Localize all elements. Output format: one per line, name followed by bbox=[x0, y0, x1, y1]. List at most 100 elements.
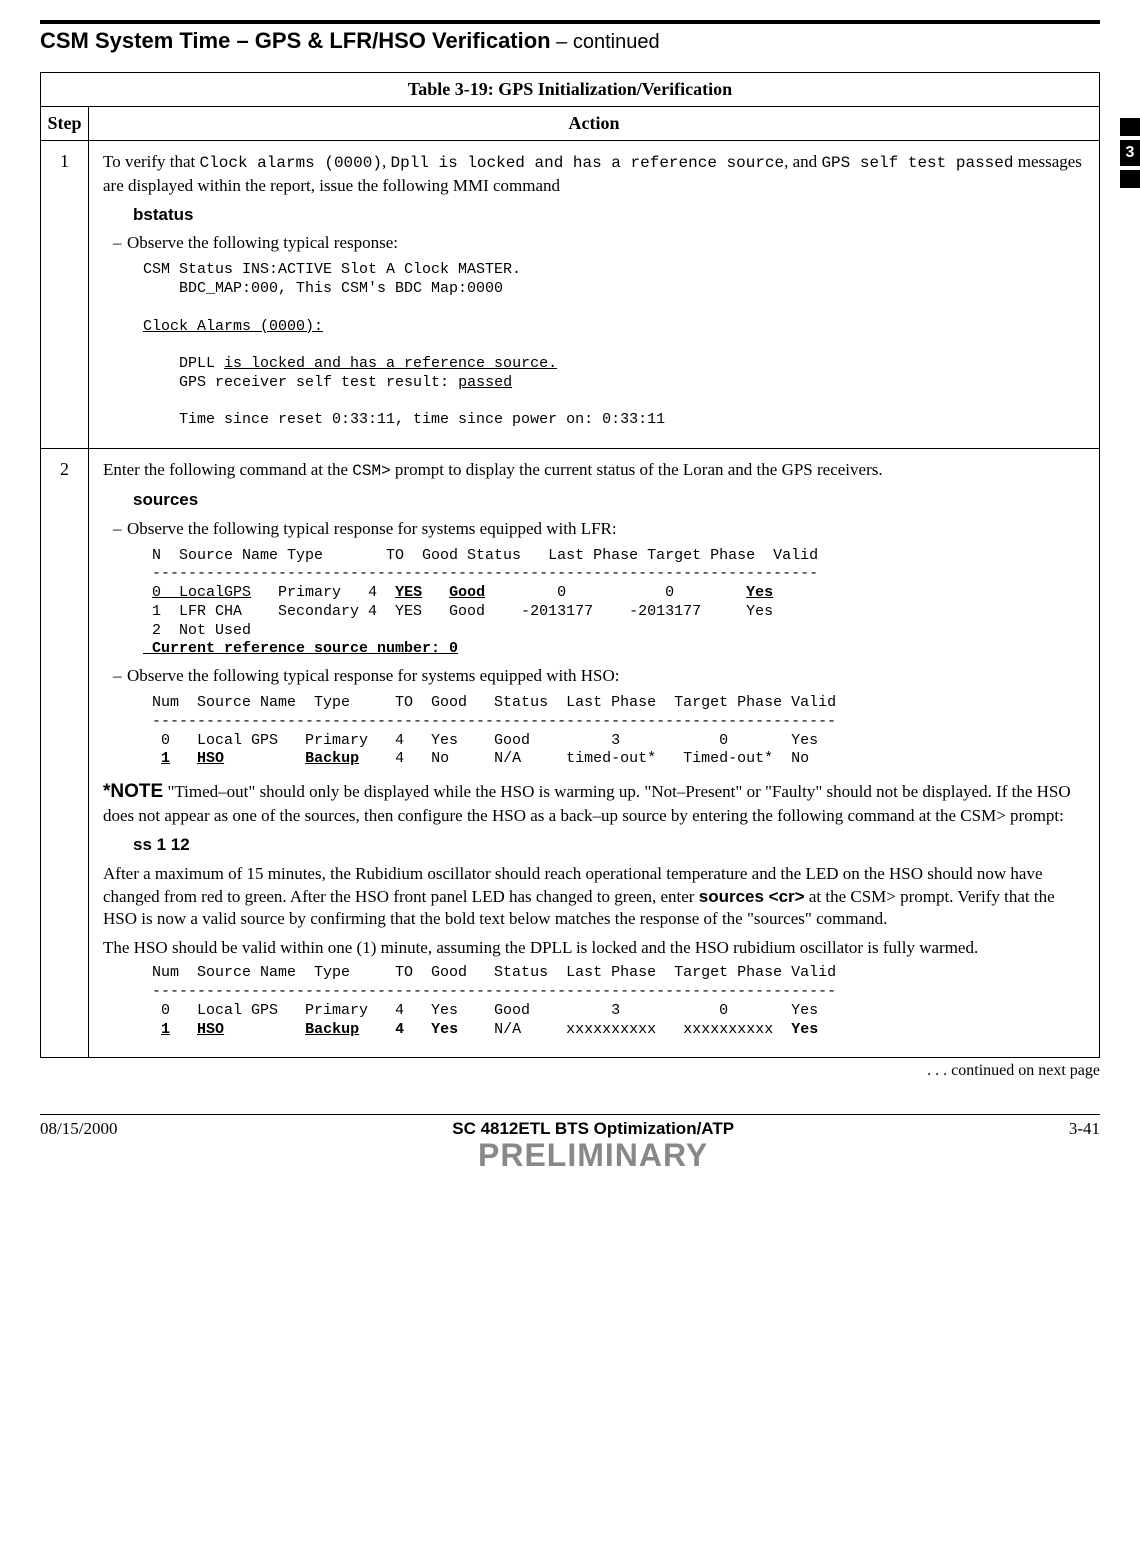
bullet-text: Observe the following typical response: bbox=[127, 233, 398, 252]
line: Num Source Name Type TO Good Status Last… bbox=[143, 964, 836, 981]
text: , and bbox=[784, 152, 821, 171]
step1-bullet: –Observe the following typical response: bbox=[113, 232, 1085, 255]
footer-preliminary: PRELIMINARY bbox=[117, 1137, 1068, 1174]
line: passed bbox=[458, 374, 512, 391]
footer: 08/15/2000 SC 4812ETL BTS Optimization/A… bbox=[40, 1114, 1100, 1174]
dash: – bbox=[113, 665, 127, 688]
code: GPS self test passed bbox=[821, 154, 1013, 172]
note-body: "Timed–out" should only be displayed whi… bbox=[103, 782, 1071, 825]
table-caption: Table 3-19: GPS Initialization/Verificat… bbox=[41, 73, 1100, 107]
seg: 4 bbox=[395, 1021, 404, 1038]
seg bbox=[359, 1021, 395, 1038]
seg: Backup bbox=[305, 750, 359, 767]
side-tab-bottom-block bbox=[1120, 170, 1140, 188]
line: 0 Local GPS Primary 4 Yes Good 3 0 Yes bbox=[143, 732, 818, 749]
seg: 4 No N/A timed-out* Timed-out* No bbox=[359, 750, 809, 767]
code: Clock alarms (0000) bbox=[200, 154, 382, 172]
side-tab-top-block bbox=[1120, 118, 1140, 136]
seg: Yes bbox=[791, 1021, 818, 1038]
step-2-num: 2 bbox=[41, 449, 89, 1058]
line: Current reference source number: 0 bbox=[143, 640, 458, 657]
after-para-1: After a maximum of 15 minutes, the Rubid… bbox=[103, 863, 1085, 932]
line: ----------------------------------------… bbox=[143, 565, 818, 582]
table-caption-text: GPS Initialization/Verification bbox=[494, 79, 732, 99]
footer-page: 3-41 bbox=[1069, 1119, 1100, 1139]
line: Clock Alarms (0000): bbox=[143, 318, 323, 335]
text: Enter the following command at the bbox=[103, 460, 352, 479]
seg bbox=[170, 750, 197, 767]
table-row: 1 To verify that Clock alarms (0000), Dp… bbox=[41, 141, 1100, 449]
after-para-2: The HSO should be valid within one (1) m… bbox=[103, 937, 1085, 960]
seg: Yes bbox=[431, 1021, 458, 1038]
seg: HSO bbox=[197, 1021, 224, 1038]
seg bbox=[143, 750, 161, 767]
hdr-step: Step bbox=[41, 107, 89, 141]
step2-bullet-hso: –Observe the following typical response … bbox=[113, 665, 1085, 688]
footer-doc-title: SC 4812ETL BTS Optimization/ATP bbox=[117, 1119, 1068, 1139]
line: GPS receiver self test result: bbox=[143, 374, 458, 391]
ss-cmd: ss 1 12 bbox=[133, 834, 1085, 857]
hso2-output: Num Source Name Type TO Good Status Last… bbox=[143, 964, 1085, 1039]
step-1-num: 1 bbox=[41, 141, 89, 449]
page-title: CSM System Time – GPS & LFR/HSO Verifica… bbox=[40, 28, 1100, 54]
step-2-action: Enter the following command at the CSM> … bbox=[89, 449, 1100, 1058]
main-table: Table 3-19: GPS Initialization/Verificat… bbox=[40, 72, 1100, 1058]
text: prompt to display the current status of … bbox=[391, 460, 883, 479]
seg: 0 0 bbox=[485, 584, 746, 601]
line: DPLL bbox=[143, 355, 224, 372]
seg: N/A xxxxxxxxxx xxxxxxxxxx bbox=[458, 1021, 791, 1038]
code: Dpll is locked and has a reference sourc… bbox=[390, 154, 784, 172]
seg: Backup bbox=[305, 1021, 359, 1038]
bullet-text: Observe the following typical response f… bbox=[127, 519, 617, 538]
seg: Yes bbox=[746, 584, 773, 601]
seg bbox=[170, 1021, 197, 1038]
step1-output: CSM Status INS:ACTIVE Slot A Clock MASTE… bbox=[143, 261, 1085, 430]
sources-cmd: sources bbox=[133, 489, 1085, 512]
title-main: CSM System Time – GPS & LFR/HSO Verifica… bbox=[40, 28, 551, 53]
seg: Primary 4 bbox=[251, 584, 395, 601]
line: N Source Name Type TO Good Status Last P… bbox=[143, 547, 818, 564]
seg bbox=[404, 1021, 431, 1038]
continued-note: . . . continued on next page bbox=[40, 1062, 1100, 1080]
note-lead: *NOTE bbox=[103, 781, 163, 802]
line: CSM Status INS:ACTIVE Slot A Clock MASTE… bbox=[143, 261, 521, 278]
code: CSM> bbox=[352, 462, 390, 480]
side-tab-number: 3 bbox=[1120, 140, 1140, 166]
hdr-action: Action bbox=[89, 107, 1100, 141]
table-caption-label: Table 3-19: bbox=[408, 79, 494, 99]
line: BDC_MAP:000, This CSM's BDC Map:0000 bbox=[143, 280, 503, 297]
line: ----------------------------------------… bbox=[143, 713, 836, 730]
step2-intro: Enter the following command at the CSM> … bbox=[103, 459, 1085, 483]
hso-output: Num Source Name Type TO Good Status Last… bbox=[143, 694, 1085, 769]
lfr-output: N Source Name Type TO Good Status Last P… bbox=[143, 547, 1085, 660]
seg: 1 bbox=[161, 1021, 170, 1038]
line: ----------------------------------------… bbox=[143, 983, 836, 1000]
dash: – bbox=[113, 232, 127, 255]
text: To verify that bbox=[103, 152, 200, 171]
step1-intro: To verify that Clock alarms (0000), Dpll… bbox=[103, 151, 1085, 198]
seg bbox=[422, 584, 449, 601]
seg bbox=[224, 750, 305, 767]
footer-date: 08/15/2000 bbox=[40, 1119, 117, 1139]
line: 1 LFR CHA Secondary 4 YES Good -2013177 … bbox=[143, 603, 773, 620]
line: 0 Local GPS Primary 4 Yes Good 3 0 Yes bbox=[143, 1002, 818, 1019]
seg: HSO bbox=[197, 750, 224, 767]
seg: Good bbox=[449, 584, 485, 601]
line: Num Source Name Type TO Good Status Last… bbox=[143, 694, 836, 711]
line: is locked and has a reference source. bbox=[224, 355, 557, 372]
line: Time since reset 0:33:11, time since pow… bbox=[143, 411, 665, 428]
seg bbox=[143, 584, 152, 601]
seg bbox=[143, 1021, 161, 1038]
note-paragraph: *NOTE "Timed–out" should only be display… bbox=[103, 779, 1085, 828]
step-1-action: To verify that Clock alarms (0000), Dpll… bbox=[89, 141, 1100, 449]
dash: – bbox=[113, 518, 127, 541]
side-tab: 3 bbox=[1120, 118, 1140, 192]
footer-center: SC 4812ETL BTS Optimization/ATP PRELIMIN… bbox=[117, 1119, 1068, 1174]
seg: 1 bbox=[161, 750, 170, 767]
seg: 0 LocalGPS bbox=[152, 584, 251, 601]
bold-cmd: sources <cr> bbox=[699, 887, 805, 906]
seg: YES bbox=[395, 584, 422, 601]
bullet-text: Observe the following typical response f… bbox=[127, 666, 619, 685]
top-rule bbox=[40, 20, 1100, 24]
line: 2 Not Used bbox=[143, 622, 251, 639]
